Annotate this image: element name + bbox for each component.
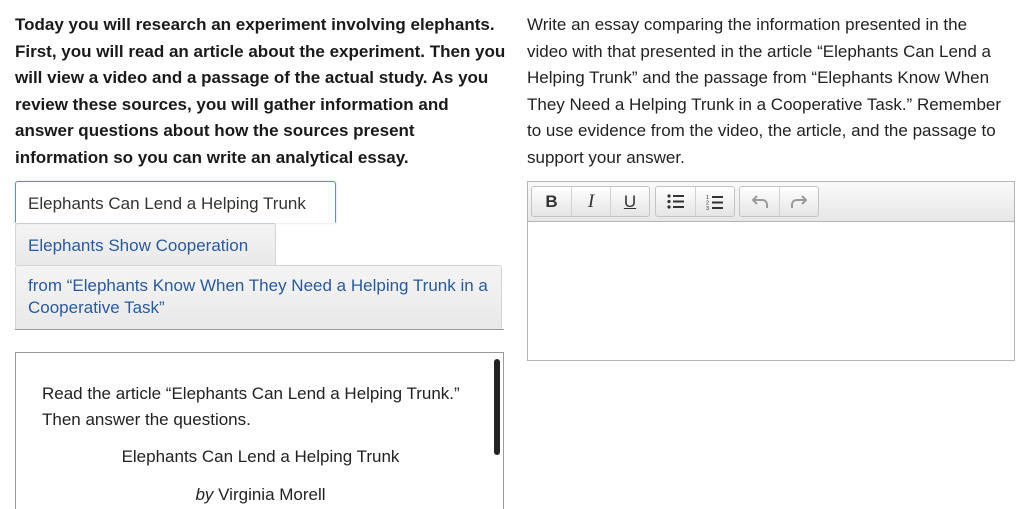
instructions-text: Today you will research an experiment in… (15, 15, 506, 167)
numbered-list-icon: 1 2 3 (706, 195, 723, 210)
tab-elephants-can-lend-a-helping-trunk[interactable]: Elephants Can Lend a Helping Trunk (15, 181, 336, 223)
format-button-group: B I U (531, 186, 650, 217)
passage-author: Virginia Morell (218, 485, 326, 504)
redo-button[interactable] (779, 187, 818, 216)
tab-elephants-know-when-they-need-a-helping-trunk[interactable]: from “Elephants Know When They Need a He… (15, 265, 502, 329)
source-tabs: Elephants Can Lend a Helping Trunk Eleph… (15, 181, 504, 331)
svg-text:3: 3 (706, 206, 709, 210)
underline-button[interactable]: U (610, 187, 649, 216)
bullet-list-icon (666, 194, 684, 209)
history-button-group (739, 186, 819, 217)
tabs-divider (15, 329, 504, 330)
undo-button[interactable] (740, 187, 779, 216)
essay-prompt: Write an essay comparing the information… (527, 15, 1002, 167)
tab-elephants-show-cooperation[interactable]: Elephants Show Cooperation (15, 223, 276, 265)
italic-button[interactable]: I (571, 187, 610, 216)
bold-button[interactable]: B (532, 187, 571, 216)
bullet-list-button[interactable] (656, 187, 695, 216)
editor-toolbar: B I U 1 2 3 (528, 182, 1014, 222)
list-button-group: 1 2 3 (655, 186, 735, 217)
essay-editor: B I U 1 2 3 (527, 181, 1015, 361)
passage-byline: by Virginia Morell (16, 485, 503, 505)
byline-prefix: by (195, 485, 214, 504)
passage-scrollbar[interactable] (494, 359, 500, 455)
passage-panel[interactable]: Read the article “Elephants Can Lend a H… (15, 352, 504, 509)
passage-title: Elephants Can Lend a Helping Trunk (121, 447, 400, 466)
passage-intro: Read the article “Elephants Can Lend a H… (42, 384, 460, 429)
numbered-list-button[interactable]: 1 2 3 (695, 187, 734, 216)
undo-icon (751, 194, 768, 208)
essay-text-area[interactable] (528, 222, 1014, 360)
redo-icon (791, 194, 807, 208)
